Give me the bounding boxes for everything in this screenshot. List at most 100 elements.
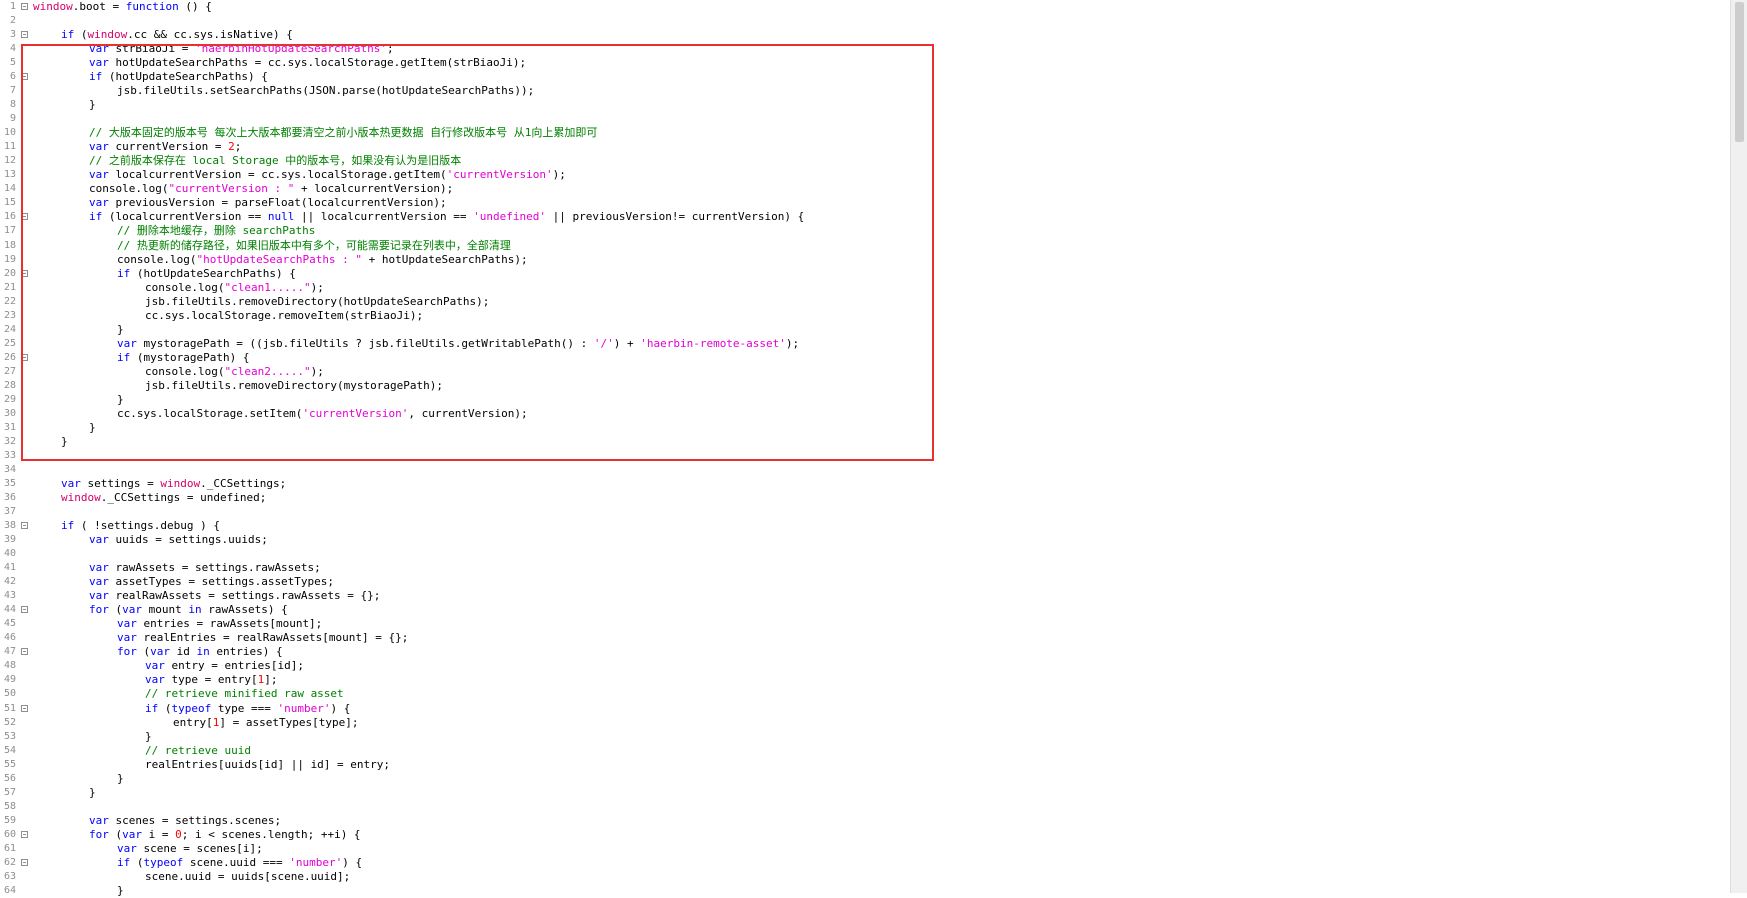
- line-number: 9: [9, 113, 16, 125]
- code-line[interactable]: 62 if (typeof scene.uuid === 'number') {: [0, 856, 1745, 870]
- code-token: ;: [387, 42, 394, 56]
- code-line[interactable]: 58: [0, 800, 1745, 814]
- code-line[interactable]: 45 var entries = rawAssets[mount];: [0, 617, 1745, 631]
- code-line[interactable]: 2: [0, 14, 1745, 28]
- code-line[interactable]: 18 // 热更新的储存路径，如果旧版本中有多个，可能需要记录在列表中，全部清理: [0, 239, 1745, 253]
- code-line[interactable]: 29}: [0, 393, 1745, 407]
- code-text: var realRawAssets = settings.rawAssets =…: [89, 589, 380, 603]
- code-line[interactable]: 9: [0, 112, 1745, 126]
- code-line[interactable]: 12 // 之前版本保存在 local Storage 中的版本号，如果没有认为是…: [0, 154, 1745, 168]
- fold-toggle-icon[interactable]: [21, 213, 28, 221]
- code-token: in: [196, 645, 210, 659]
- fold-toggle-icon[interactable]: [21, 31, 28, 39]
- code-editor[interactable]: 1 window.boot = function () {2 3 if (window…: [0, 0, 1747, 897]
- code-line[interactable]: 26 if (mystoragePath) {: [0, 351, 1745, 365]
- fold-toggle-icon[interactable]: [21, 606, 28, 614]
- code-line[interactable]: 43 var realRawAssets = settings.rawAssets…: [0, 589, 1745, 603]
- fold-toggle-icon[interactable]: [21, 269, 28, 277]
- fold-toggle-icon[interactable]: [21, 353, 28, 361]
- code-line[interactable]: 48 var entry = entries[id];: [0, 659, 1745, 673]
- code-line[interactable]: 59 var scenes = settings.scenes;: [0, 814, 1745, 828]
- fold-toggle-icon[interactable]: [21, 830, 28, 838]
- fold-toggle-icon[interactable]: [21, 3, 28, 10]
- code-line[interactable]: 37: [0, 505, 1745, 519]
- code-line[interactable]: 6 if (hotUpdateSearchPaths) {: [0, 70, 1745, 84]
- code-line[interactable]: 64}: [0, 884, 1745, 898]
- code-text: console.log("clean2.....");: [145, 365, 324, 379]
- code-line[interactable]: 35 var settings = window._CCSettings;: [0, 477, 1745, 491]
- scrollbar-thumb[interactable]: [1735, 2, 1744, 142]
- code-token: uuids = settings.uuids;: [108, 533, 268, 547]
- code-token: realRawAssets = settings.rawAssets = {};: [108, 589, 381, 603]
- code-line[interactable]: 14 console.log("currentVersion : " + loca…: [0, 182, 1745, 196]
- code-token: window: [160, 477, 201, 491]
- code-line[interactable]: 53}: [0, 730, 1745, 744]
- code-line[interactable]: 24}: [0, 323, 1745, 337]
- code-token: var: [89, 589, 109, 603]
- code-text: cc.sys.localStorage.setItem('currentVers…: [117, 407, 528, 421]
- code-line[interactable]: 63 scene.uuid = uuids[scene.uuid];: [0, 870, 1745, 884]
- code-line[interactable]: 10 // 大版本固定的版本号 每次上大版本都要清空之前小版本热更数据 自行修改版…: [0, 126, 1745, 140]
- code-line[interactable]: 28 jsb.fileUtils.removeDirectory(mystorag…: [0, 379, 1745, 393]
- code-token: (: [136, 645, 151, 659]
- code-line[interactable]: 39 var uuids = settings.uuids;: [0, 533, 1745, 547]
- code-line[interactable]: 44 for (var mount in rawAssets) {: [0, 603, 1745, 617]
- code-line[interactable]: 50 // retrieve minified raw asset: [0, 687, 1745, 701]
- code-line[interactable]: 27 console.log("clean2.....");: [0, 365, 1745, 379]
- fold-toggle-icon[interactable]: [21, 648, 28, 656]
- code-line[interactable]: 57}: [0, 786, 1745, 800]
- fold-toggle-icon[interactable]: [21, 704, 28, 712]
- code-line[interactable]: 15 var previousVersion = parseFloat(local…: [0, 196, 1745, 210]
- code-line[interactable]: 38 if ( !settings.debug ) {: [0, 519, 1745, 533]
- line-number: 58: [3, 800, 16, 812]
- code-line[interactable]: 51 if (typeof type === 'number') {: [0, 702, 1745, 716]
- code-line[interactable]: 56}: [0, 772, 1745, 786]
- code-line[interactable]: 41 var rawAssets = settings.rawAssets;: [0, 561, 1745, 575]
- code-line[interactable]: 46 var realEntries = realRawAssets[mount]…: [0, 631, 1745, 645]
- code-line[interactable]: 52 entry[1] = assetTypes[type];: [0, 716, 1745, 730]
- code-line[interactable]: 5 var hotUpdateSearchPaths = cc.sys.local…: [0, 56, 1745, 70]
- code-line[interactable]: 36 window._CCSettings = undefined;: [0, 491, 1745, 505]
- code-token: realEntries = realRawAssets[mount] = {};: [136, 631, 409, 645]
- code-line[interactable]: 61 var scene = scenes[i];: [0, 842, 1745, 856]
- code-line[interactable]: 19 console.log("hotUpdateSearchPaths : " …: [0, 253, 1745, 267]
- code-line[interactable]: 1 window.boot = function () {: [0, 0, 1745, 14]
- code-token: var: [89, 168, 109, 182]
- fold-toggle-icon[interactable]: [21, 858, 28, 866]
- code-line[interactable]: 16 if (localcurrentVersion == null || loc…: [0, 210, 1745, 224]
- code-line[interactable]: 55 realEntries[uuids[id] || id] = entry;: [0, 758, 1745, 772]
- code-line[interactable]: 22 jsb.fileUtils.removeDirectory(hotUpdat…: [0, 295, 1745, 309]
- code-line[interactable]: 17 // 删除本地缓存，删除 searchPaths: [0, 224, 1745, 238]
- code-line[interactable]: 42 var assetTypes = settings.assetTypes;: [0, 575, 1745, 589]
- code-token: var: [89, 140, 109, 154]
- code-line[interactable]: 47 for (var id in entries) {: [0, 645, 1745, 659]
- code-line[interactable]: 60 for (var i = 0; i < scenes.length; ++i…: [0, 828, 1745, 842]
- code-line[interactable]: 32}: [0, 435, 1745, 449]
- code-token: }: [89, 785, 96, 799]
- code-token: ) {: [342, 855, 363, 869]
- fold-toggle-icon[interactable]: [21, 522, 28, 530]
- code-line[interactable]: 11 var currentVersion = 2;: [0, 140, 1745, 154]
- code-line[interactable]: 49 var type = entry[1];: [0, 673, 1745, 687]
- code-line[interactable]: 4 var strBiaoJi = 'haerbinHotUpdateSearch…: [0, 42, 1745, 56]
- line-number: 5: [9, 57, 16, 69]
- code-line[interactable]: 54 // retrieve uuid: [0, 744, 1745, 758]
- code-line[interactable]: 7 jsb.fileUtils.setSearchPaths(JSON.parse…: [0, 84, 1745, 98]
- fold-toggle-icon[interactable]: [21, 73, 28, 81]
- code-line[interactable]: 3 if (window.cc && cc.sys.isNative) {: [0, 28, 1745, 42]
- code-line[interactable]: 40: [0, 547, 1745, 561]
- code-text: var settings = window._CCSettings;: [61, 477, 286, 491]
- code-line[interactable]: 21 console.log("clean1.....");: [0, 281, 1745, 295]
- vertical-scrollbar[interactable]: [1730, 0, 1747, 893]
- code-line[interactable]: 34: [0, 463, 1745, 477]
- code-line[interactable]: 25 var mystoragePath = ((jsb.fileUtils ? …: [0, 337, 1745, 351]
- code-line[interactable]: 30 cc.sys.localStorage.setItem('currentVe…: [0, 407, 1745, 421]
- code-line[interactable]: 33: [0, 449, 1745, 463]
- code-token: currentVersion =: [108, 140, 229, 154]
- code-line[interactable]: 23 cc.sys.localStorage.removeItem(strBiao…: [0, 309, 1745, 323]
- code-line[interactable]: 31}: [0, 421, 1745, 435]
- code-line[interactable]: 20 if (hotUpdateSearchPaths) {: [0, 267, 1745, 281]
- code-line[interactable]: 8}: [0, 98, 1745, 112]
- code-line[interactable]: 13 var localcurrentVersion = cc.sys.local…: [0, 168, 1745, 182]
- code-token: for: [89, 603, 109, 617]
